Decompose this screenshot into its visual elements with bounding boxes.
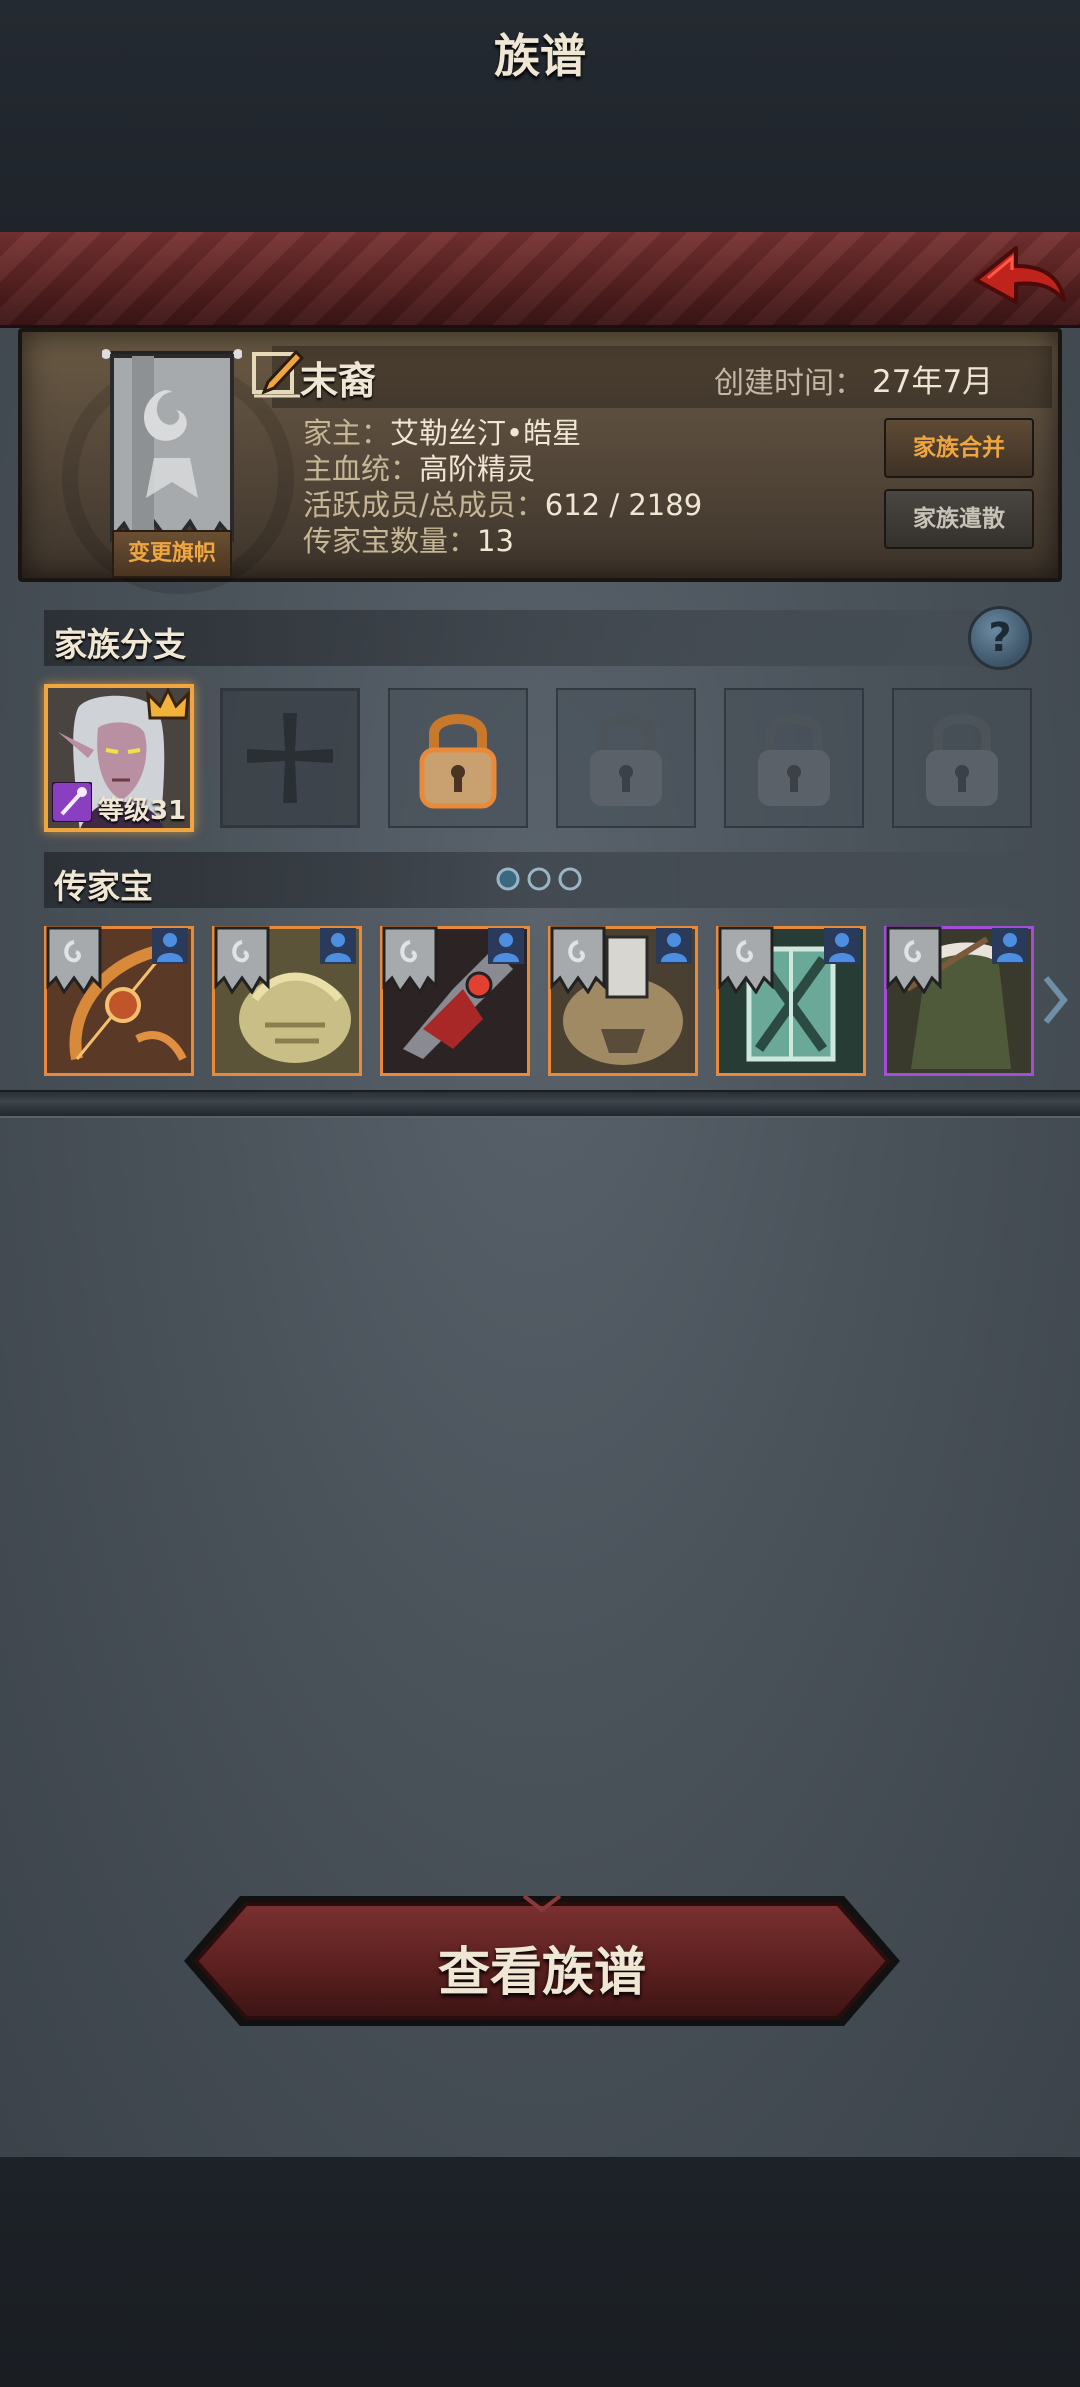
banner-tag-icon bbox=[46, 926, 102, 994]
chevron-right-icon[interactable] bbox=[1040, 970, 1070, 1030]
heirlooms-title: 传家宝 bbox=[54, 867, 153, 906]
title-bar bbox=[0, 232, 1080, 328]
branch-lock-slot-4[interactable] bbox=[892, 688, 1032, 828]
page-indicator[interactable] bbox=[494, 866, 584, 892]
page-title: 族谱 bbox=[494, 29, 586, 83]
section-divider bbox=[0, 1090, 1080, 1118]
heirloom-count-value: 13 bbox=[477, 524, 514, 558]
edit-name-icon[interactable] bbox=[250, 346, 304, 400]
cross-plus-icon bbox=[247, 713, 333, 803]
patriarch-label: 家主： bbox=[303, 416, 391, 450]
person-icon bbox=[152, 928, 188, 964]
created-time-label: 创建时间： bbox=[714, 366, 864, 401]
family-name: 末裔 bbox=[300, 359, 377, 403]
branches-header-bar bbox=[44, 610, 1034, 666]
hero-level-label: 等级31 bbox=[98, 796, 187, 826]
heirloom-count-row: 传家宝数量：13 bbox=[303, 518, 514, 560]
members-label: 活跃成员/总成员： bbox=[303, 488, 545, 522]
bloodline-value: 高阶精灵 bbox=[419, 452, 536, 486]
branch-lock-slot-3[interactable] bbox=[724, 688, 864, 828]
person-icon bbox=[824, 928, 860, 964]
staff-class-icon bbox=[52, 782, 92, 822]
branch-lock-slot-2[interactable] bbox=[556, 688, 696, 828]
branch-lock-slot-1[interactable] bbox=[388, 688, 528, 828]
crown-icon bbox=[146, 688, 190, 720]
back-arrow-icon[interactable] bbox=[968, 238, 1068, 318]
question-mark-icon: ? bbox=[988, 615, 1012, 661]
members-value: 612 / 2189 bbox=[544, 488, 703, 522]
family-banner-icon[interactable] bbox=[102, 348, 242, 558]
help-button[interactable]: ? bbox=[968, 606, 1032, 670]
heirloom-count-label: 传家宝数量： bbox=[303, 524, 478, 558]
person-icon bbox=[320, 928, 356, 964]
bottom-dark-area bbox=[0, 2157, 1080, 2387]
banner-tag-icon bbox=[718, 926, 774, 994]
banner-tag-icon bbox=[550, 926, 606, 994]
person-icon bbox=[656, 928, 692, 964]
banner-tag-icon bbox=[214, 926, 270, 994]
view-family-tree-label: 查看族谱 bbox=[437, 1943, 646, 2003]
branch-add-slot[interactable] bbox=[220, 688, 360, 828]
bloodline-label: 主血统： bbox=[303, 452, 420, 486]
change-banner-button[interactable]: 变更旗帜 bbox=[112, 530, 232, 578]
banner-tag-icon bbox=[382, 926, 438, 994]
person-icon bbox=[488, 928, 524, 964]
family-dissolve-button[interactable]: 家族遣散 bbox=[884, 489, 1034, 549]
padlock-icon bbox=[590, 714, 662, 806]
padlock-icon bbox=[758, 714, 830, 806]
banner-tag-icon bbox=[886, 926, 942, 994]
patriarch-value: 艾勒丝汀•皓星 bbox=[390, 416, 582, 450]
created-time-value: 27年7月 bbox=[872, 364, 994, 400]
family-merge-button[interactable]: 家族合并 bbox=[884, 418, 1034, 478]
padlock-icon bbox=[926, 714, 998, 806]
person-icon bbox=[992, 928, 1028, 964]
branches-title: 家族分支 bbox=[54, 625, 186, 664]
padlock-active-icon bbox=[419, 714, 497, 809]
